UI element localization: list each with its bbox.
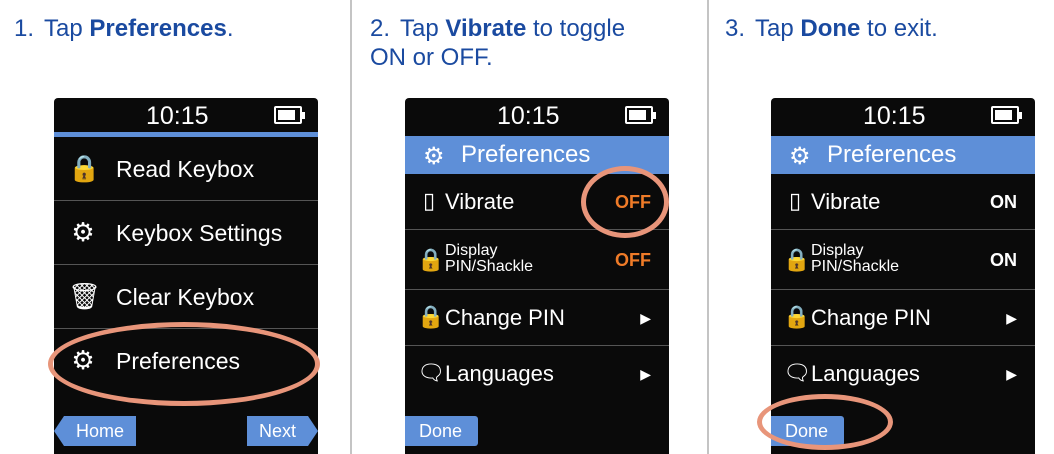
language-icon: 🗨 xyxy=(783,360,811,385)
gear-icon: ⚙ xyxy=(789,143,811,170)
phone-icon: ▯ xyxy=(422,188,436,213)
gear-icon: ⚙ xyxy=(423,143,445,170)
step-3-panel: 3. Tap Done to exit. 10:15 ⚙ Preferences … xyxy=(709,0,1054,454)
status-bar: 10:15 xyxy=(405,98,669,136)
clock: 10:15 xyxy=(863,102,926,130)
vibrate-value: ON xyxy=(990,192,1017,212)
languages-row[interactable]: 🗨 Languages ▶ xyxy=(771,346,1035,402)
step-3-instruction: 3. Tap Done to exit. xyxy=(725,15,938,42)
screen-header: ⚙ Preferences xyxy=(405,136,669,174)
display-value: ON xyxy=(990,250,1017,270)
phone-icon: ▯ xyxy=(788,188,802,213)
status-bar: 10:15 xyxy=(771,98,1035,136)
chevron-right-icon: ▶ xyxy=(640,366,651,382)
change-pin-row[interactable]: 🔒 Change PIN ▶ xyxy=(405,290,669,346)
vibrate-value: OFF xyxy=(615,192,651,212)
device-screen-preferences: 10:15 ⚙ Preferences ▯ Vibrate OFF 🔒 Disp… xyxy=(405,98,669,454)
battery-icon xyxy=(991,106,1022,124)
next-button[interactable]: Next xyxy=(247,416,318,446)
status-bar: 10:15 xyxy=(54,98,318,136)
lock-icon: 🔒 xyxy=(783,304,811,329)
menu-item-keybox-settings[interactable]: ⚙ Keybox Settings xyxy=(54,201,318,265)
clock: 10:15 xyxy=(497,102,560,130)
device-screen-preferences: 10:15 ⚙ Preferences ▯ Vibrate ON 🔒 Displ… xyxy=(771,98,1035,454)
trash-icon: 🗑 xyxy=(68,281,102,311)
screen-header: ⚙ Preferences xyxy=(771,136,1035,174)
vibrate-row[interactable]: ▯ Vibrate OFF xyxy=(405,174,669,230)
keybox-settings-icon: ⚙ xyxy=(71,217,95,247)
device-screen-main-menu: 10:15 🔒 Read Keybox ⚙ Keybox Settings 🗑 … xyxy=(54,98,318,454)
language-icon: 🗨 xyxy=(417,360,445,385)
read-keybox-icon: 🔒 xyxy=(68,153,101,183)
display-pin-row[interactable]: 🔒 Display PIN/Shackle ON xyxy=(771,230,1035,290)
menu-item-preferences[interactable]: ⚙ Preferences xyxy=(54,329,318,393)
step-1-panel: 1. Tap Preferences. 10:15 🔒 Read Keybox ⚙… xyxy=(0,0,352,454)
chevron-right-icon: ▶ xyxy=(1006,366,1017,382)
step-2-instruction: 2. Tap Vibrate to toggle ON or OFF. xyxy=(370,15,626,71)
lock-icon: 🔒 xyxy=(417,304,445,329)
clock: 10:15 xyxy=(146,102,209,130)
chevron-right-icon: ▶ xyxy=(1006,310,1017,326)
step-1-instruction: 1. Tap Preferences. xyxy=(14,15,234,42)
done-button[interactable]: Done xyxy=(771,416,845,446)
display-value: OFF xyxy=(615,250,651,270)
lock-icon: 🔒 xyxy=(417,247,445,272)
vibrate-row[interactable]: ▯ Vibrate ON xyxy=(771,174,1035,230)
menu-item-clear-keybox[interactable]: 🗑 Clear Keybox xyxy=(54,265,318,329)
chevron-right-icon: ▶ xyxy=(640,310,651,326)
battery-icon xyxy=(625,106,656,124)
gear-icon: ⚙ xyxy=(71,345,95,375)
battery-icon xyxy=(274,106,305,124)
display-pin-row[interactable]: 🔒 Display PIN/Shackle OFF xyxy=(405,230,669,290)
home-button[interactable]: Home xyxy=(54,416,137,446)
done-button[interactable]: Done xyxy=(405,416,479,446)
languages-row[interactable]: 🗨 Languages ▶ xyxy=(405,346,669,402)
lock-icon: 🔒 xyxy=(783,247,811,272)
step-2-panel: 2. Tap Vibrate to toggle ON or OFF. 10:15… xyxy=(352,0,709,454)
change-pin-row[interactable]: 🔒 Change PIN ▶ xyxy=(771,290,1035,346)
menu-item-read-keybox[interactable]: 🔒 Read Keybox xyxy=(54,137,318,201)
